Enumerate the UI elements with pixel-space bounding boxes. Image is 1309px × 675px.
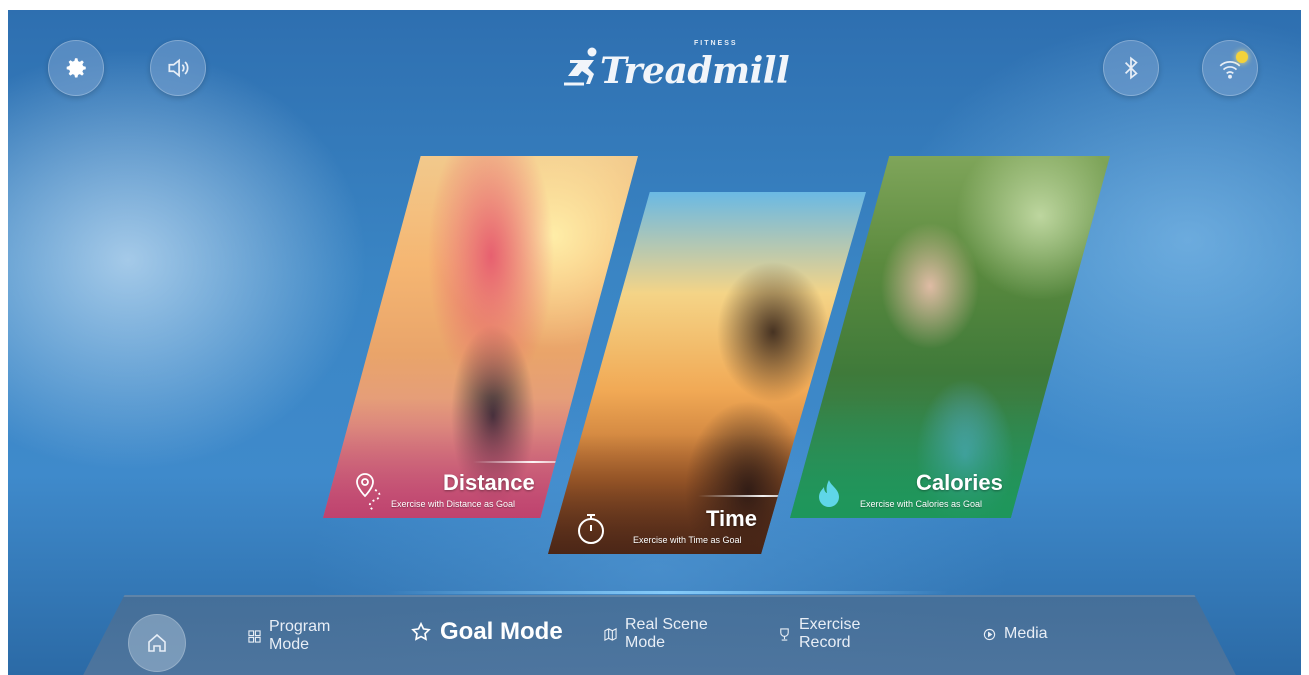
calories-subtitle: Exercise with Calories as Goal	[860, 499, 983, 509]
map-icon	[604, 627, 617, 641]
nav-program-line1: Program	[269, 618, 331, 635]
nav-program-label: Program Mode	[269, 618, 330, 654]
home-icon	[148, 633, 166, 652]
gear-icon	[66, 58, 86, 78]
nav-exercise-record-label: Exercise Record	[799, 616, 860, 652]
sound-button[interactable]	[150, 40, 206, 96]
nav-real-scene-mode[interactable]: Real Scene Mode	[604, 616, 708, 652]
time-subtitle: Exercise with Time as Goal	[633, 535, 742, 545]
home-button[interactable]	[128, 614, 186, 672]
trophy-icon	[778, 627, 791, 641]
nav-goal-mode[interactable]: Goal Mode	[410, 618, 563, 645]
brand-name: Treadmill	[600, 50, 790, 92]
speaker-icon	[168, 58, 189, 78]
distance-subtitle: Exercise with Distance as Goal	[391, 499, 516, 509]
nav-real-scene-line2: Mode	[625, 634, 666, 651]
play-circle-icon	[983, 628, 996, 641]
wifi-button[interactable]	[1202, 40, 1258, 96]
wifi-status-dot	[1236, 51, 1248, 63]
bluetooth-button[interactable]	[1103, 40, 1159, 96]
treadmill-logo: FITNESS Treadmill	[560, 36, 790, 96]
nav-real-scene-label: Real Scene Mode	[625, 616, 708, 652]
nav-real-scene-line1: Real Scene	[625, 616, 708, 633]
nav-media[interactable]: Media	[983, 625, 1048, 643]
nav-media-label: Media	[1004, 625, 1048, 642]
nav-program-line2: Mode	[269, 636, 310, 653]
bluetooth-icon	[1124, 56, 1138, 80]
grid-icon	[248, 629, 261, 643]
nav-program-mode[interactable]: Program Mode	[248, 618, 330, 654]
settings-button[interactable]	[48, 40, 104, 96]
nav-exercise-record[interactable]: Exercise Record	[778, 616, 860, 652]
nav-exercise-record-line2: Record	[799, 634, 851, 651]
stopwatch-icon	[578, 514, 604, 544]
nav-goal-label: Goal Mode	[440, 618, 563, 645]
brand-tagline: FITNESS	[694, 40, 738, 47]
star-icon	[410, 621, 432, 643]
time-title: Time	[706, 506, 757, 531]
nav-exercise-record-line1: Exercise	[799, 616, 861, 633]
distance-title: Distance	[443, 470, 535, 495]
calories-title: Calories	[916, 470, 1003, 495]
treadmill-home-screen: FITNESS Treadmill Distance Exercise with…	[8, 10, 1301, 675]
flame-icon	[819, 480, 839, 507]
nav-highlight-edge	[388, 591, 948, 594]
